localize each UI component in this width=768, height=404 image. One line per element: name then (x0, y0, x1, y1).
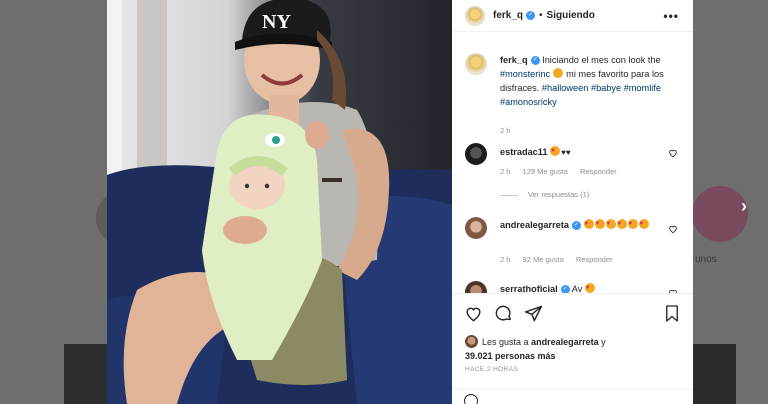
heart-eyes-emoji-icon (583, 217, 594, 231)
comment-avatar[interactable] (465, 281, 487, 293)
add-comment (452, 388, 693, 404)
background-card-left (64, 344, 108, 404)
heart-icon[interactable] (464, 304, 483, 323)
comment-username[interactable]: serrathoficial (500, 284, 558, 293)
comments-list: ferk_q ✓ Iniciando el mes con look the #m… (452, 43, 693, 293)
caption-text-1: Iniciando el mes con look the (542, 55, 661, 65)
comment-time[interactable]: 2 h (500, 255, 510, 264)
comment-time[interactable]: 2 h (500, 167, 510, 176)
story-circle-right (692, 186, 748, 242)
hashtag-amonosricky[interactable]: #amonosricky (500, 97, 557, 107)
save-button[interactable] (663, 304, 681, 323)
comment-text: serrathoficial ✓ Av (500, 281, 668, 293)
action-icons (464, 304, 543, 323)
svg-text:NY: NY (262, 11, 291, 33)
view-replies-button[interactable]: Ver respuestas (1) (500, 190, 589, 199)
caption-username[interactable]: ferk_q (500, 55, 528, 65)
posted-ago[interactable]: HACE 2 HORAS (465, 366, 518, 373)
comment-avatar[interactable] (465, 143, 487, 165)
verified-icon: ✓ (530, 56, 540, 66)
liked-count[interactable]: 39.021 personas más (465, 351, 556, 361)
reply-button[interactable]: Responder (580, 167, 617, 176)
liked-by-user[interactable]: andrealegarreta (531, 337, 599, 347)
comment-meta: 2 h 129 Me gusta Responder (500, 167, 627, 176)
comment-body: Av (571, 284, 583, 293)
hashtag-momlife[interactable]: #momlife (624, 83, 661, 93)
caption-meta: 2 h (500, 126, 520, 135)
header-username[interactable]: ferk_q (493, 10, 523, 21)
hashtag-halloween[interactable]: #halloween (542, 83, 589, 93)
liked-by-suffix: y (601, 337, 606, 347)
reply-button[interactable]: Responder (576, 255, 613, 264)
heart-eyes-emoji-icon (594, 217, 605, 231)
emoji-icon[interactable] (464, 394, 478, 404)
comment-text: estradac11 ♥ ♥ (500, 144, 668, 160)
heart-eyes-emoji-icon (627, 217, 638, 231)
hearts-emoji-icon: ♥♥ (561, 148, 571, 157)
save-icon[interactable] (663, 304, 681, 323)
comment-username[interactable]: andrealegarreta (500, 220, 569, 230)
heart-eyes-emoji-icon (550, 144, 561, 158)
comment-username[interactable]: estradac11 (500, 147, 548, 157)
comment-likes[interactable]: 92 Me gusta (523, 255, 564, 264)
grin-emoji-icon (552, 68, 563, 78)
comment-like-icon[interactable] (668, 148, 678, 158)
comment-meta: 2 h 92 Me gusta Responder (500, 255, 623, 264)
next-arrow-icon[interactable]: › (741, 196, 747, 217)
comment-likes[interactable]: 129 Me gusta (523, 167, 568, 176)
action-bar: Les gusta a andrealegarreta y 39.021 per… (452, 293, 693, 404)
caption-time[interactable]: 2 h (500, 126, 510, 135)
hashtag-monsterinc[interactable]: #monsterinc (500, 69, 550, 79)
post-photo[interactable]: NY (107, 0, 452, 404)
share-icon[interactable] (524, 304, 543, 323)
verified-icon: ✓ (560, 285, 570, 293)
caption-avatar[interactable] (465, 53, 487, 75)
heart-eyes-emoji-icon (616, 217, 627, 231)
comment-icon[interactable] (494, 304, 513, 323)
story-label: unos (695, 254, 717, 265)
separator-dot: • (539, 10, 543, 21)
comment-avatar[interactable] (465, 217, 487, 239)
liked-by: Les gusta a andrealegarreta y 39.021 per… (465, 335, 675, 363)
heart-eyes-emoji-icon (605, 217, 616, 231)
more-icon[interactable]: ••• (663, 9, 679, 23)
comment-text: andrealegarreta ✓ (500, 217, 668, 232)
hashtag-babye[interactable]: #babye (591, 83, 621, 93)
post-header: ferk_q ✓ • Siguiendo ••• (452, 0, 693, 32)
comment-like-icon[interactable] (668, 224, 678, 234)
heart-eyes-emoji-icon (584, 281, 595, 293)
post-image: NY (107, 0, 452, 404)
verified-icon: ✓ (526, 11, 536, 20)
avatar[interactable] (465, 5, 485, 26)
caption-text: ferk_q ✓ Iniciando el mes con look the #m… (500, 53, 668, 109)
post-sidebar: ferk_q ✓ • Siguiendo ••• ferk_q ✓ Inician… (452, 0, 693, 404)
heart-eyes-emoji-icon (638, 217, 649, 231)
following-button[interactable]: Siguiendo (547, 10, 595, 21)
liked-by-prefix: Les gusta a (482, 337, 529, 347)
liker-avatar[interactable] (465, 335, 478, 348)
verified-icon: ✓ (571, 221, 581, 231)
background-card-right (693, 344, 736, 404)
